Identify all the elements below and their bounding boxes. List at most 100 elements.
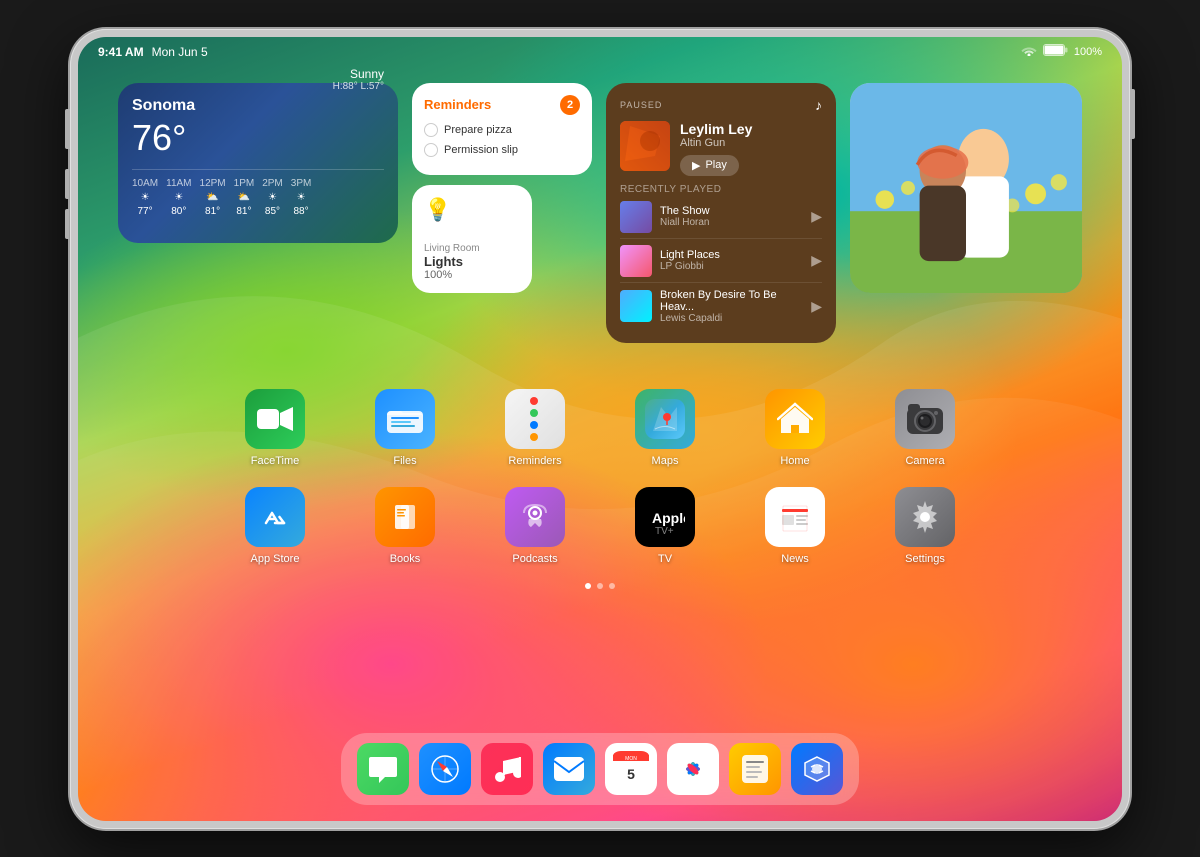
appstore-label: App Store [251, 553, 300, 565]
weather-condition: Sunny H:88° L:57° [333, 67, 384, 92]
music-track-3[interactable]: Broken By Desire To Be Heav... Lewis Cap… [620, 289, 822, 329]
weather-temp: 76° [132, 117, 195, 159]
volume-down-button[interactable] [65, 209, 69, 239]
dock-mail[interactable] [543, 743, 595, 795]
track-1-title: The Show [660, 205, 803, 217]
app-news[interactable]: News [765, 487, 825, 565]
track-3-thumb [620, 290, 652, 322]
widgets-row: Sonoma 76° Sunny H:88° L:57° 10AM☀77° [78, 67, 1122, 359]
svg-text:MON: MON [625, 756, 637, 762]
settings-icon [895, 487, 955, 547]
reminders-count: 2 [560, 95, 580, 115]
page-dot-2[interactable] [597, 583, 603, 589]
home-percent: 100% [424, 269, 520, 281]
reminder-item-2: Permission slip [424, 143, 580, 157]
home-device: Lights [424, 254, 520, 269]
svg-text:TV+: TV+ [655, 526, 674, 535]
reminders-app-icon [505, 389, 565, 449]
music-status: PAUSED [620, 100, 662, 110]
track-3-title: Broken By Desire To Be Heav... [660, 289, 803, 313]
content-area: Sonoma 76° Sunny H:88° L:57° 10AM☀77° [78, 67, 1122, 821]
news-label: News [781, 553, 809, 565]
track-3-play-icon[interactable]: ▶ [811, 298, 822, 315]
app-camera[interactable]: Camera [895, 389, 955, 467]
dock-messages[interactable] [357, 743, 409, 795]
side-button[interactable] [1130, 89, 1135, 139]
dock-safari[interactable] [419, 743, 471, 795]
reminders-widget[interactable]: Reminders 2 Prepare pizza Permission sli… [412, 83, 592, 175]
home-room: Living Room [424, 243, 520, 254]
tv-label: TV [658, 553, 672, 565]
status-time: 9:41 AM [98, 45, 144, 59]
settings-label: Settings [905, 553, 945, 565]
reminders-widget-title: Reminders [424, 97, 491, 112]
recently-played-label: RECENTLY PLAYED [620, 184, 822, 195]
battery-percent: 100% [1074, 46, 1102, 58]
app-appstore[interactable]: App Store [245, 487, 305, 565]
app-maps[interactable]: Maps [635, 389, 695, 467]
app-settings[interactable]: Settings [895, 487, 955, 565]
track-1-artist: Niall Horan [660, 217, 803, 228]
dock-notes[interactable] [729, 743, 781, 795]
track-1-play-icon[interactable]: ▶ [811, 208, 822, 225]
svg-text:Apple: Apple [652, 510, 685, 526]
page-dot-1[interactable] [585, 583, 591, 589]
home-app-label: Home [780, 455, 809, 467]
files-label: Files [393, 455, 416, 467]
tv-icon: Apple TV+ [635, 487, 695, 547]
dock-music[interactable] [481, 743, 533, 795]
app-home[interactable]: Home [765, 389, 825, 467]
photos-widget[interactable] [850, 83, 1082, 293]
play-icon: ▶ [692, 159, 700, 172]
camera-label: Camera [905, 455, 944, 467]
status-bar: 9:41 AM Mon Jun 5 [78, 37, 1122, 67]
music-note-icon: ♪ [815, 97, 822, 113]
music-track-2[interactable]: Light Places LP Giobbi ▶ [620, 245, 822, 283]
battery-icon [1043, 44, 1068, 59]
lightbulb-icon: 💡 [424, 197, 520, 223]
reminder-text-1: Prepare pizza [444, 124, 512, 136]
status-date: Mon Jun 5 [152, 45, 208, 59]
track-2-thumb [620, 245, 652, 277]
maps-label: Maps [652, 455, 679, 467]
volume-up-button[interactable] [65, 169, 69, 199]
reminder-checkbox-2 [424, 143, 438, 157]
reminder-text-2: Permission slip [444, 144, 518, 156]
app-podcasts[interactable]: Podcasts [505, 487, 565, 565]
home-app-icon [765, 389, 825, 449]
app-row-1: FaceTime Files [138, 389, 1062, 467]
power-button[interactable] [65, 109, 70, 149]
app-facetime[interactable]: FaceTime [245, 389, 305, 467]
reminder-item-1: Prepare pizza [424, 123, 580, 137]
wifi-icon [1021, 44, 1037, 59]
app-files[interactable]: Files [375, 389, 435, 467]
books-label: Books [390, 553, 421, 565]
music-play-button[interactable]: ▶ Play [680, 155, 739, 176]
small-widgets-col: Reminders 2 Prepare pizza Permission sli… [412, 83, 592, 293]
app-reminders[interactable]: Reminders [505, 389, 565, 467]
track-3-artist: Lewis Capaldi [660, 313, 803, 324]
track-2-play-icon[interactable]: ▶ [811, 252, 822, 269]
track-1-thumb [620, 201, 652, 233]
facetime-label: FaceTime [251, 455, 300, 467]
dock-arcade[interactable] [791, 743, 843, 795]
page-dot-3[interactable] [609, 583, 615, 589]
music-track-1[interactable]: The Show Niall Horan ▶ [620, 201, 822, 239]
music-widget[interactable]: PAUSED ♪ Leylim Ley [606, 83, 836, 343]
weather-widget[interactable]: Sonoma 76° Sunny H:88° L:57° 10AM☀77° [118, 83, 398, 243]
svg-text:5: 5 [627, 766, 635, 782]
files-icon [375, 389, 435, 449]
maps-icon [635, 389, 695, 449]
podcasts-label: Podcasts [512, 553, 557, 565]
reminder-checkbox-1 [424, 123, 438, 137]
dock-calendar[interactable]: 5 MON [605, 743, 657, 795]
dock-photos[interactable] [667, 743, 719, 795]
app-books[interactable]: Books [375, 487, 435, 565]
app-tv[interactable]: Apple TV+ TV [635, 487, 695, 565]
home-widget[interactable]: 💡 Living Room Lights 100% [412, 185, 532, 293]
podcasts-icon [505, 487, 565, 547]
track-2-title: Light Places [660, 249, 803, 261]
facetime-icon [245, 389, 305, 449]
ipad-frame: 9:41 AM Mon Jun 5 [70, 29, 1130, 829]
books-icon [375, 487, 435, 547]
